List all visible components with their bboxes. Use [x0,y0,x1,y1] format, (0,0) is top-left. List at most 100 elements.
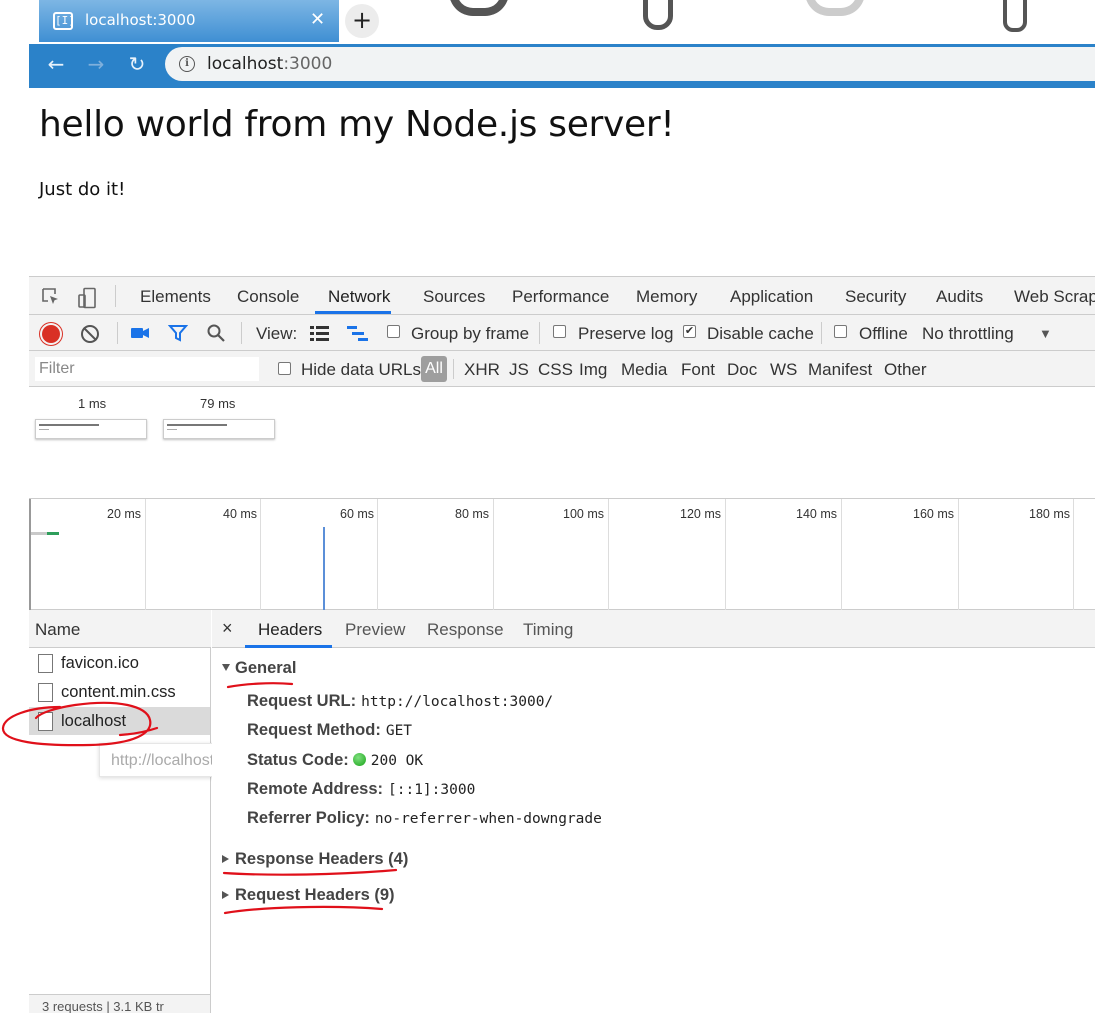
request-timing-bar [31,532,47,535]
toolbar-divider [821,322,822,344]
tab-application[interactable]: Application [730,287,813,307]
timeline-label: 140 ms [796,507,837,521]
filter-type-all[interactable]: All [421,356,447,382]
tab-sources[interactable]: Sources [423,287,485,307]
timeline-label: 40 ms [223,507,258,521]
screenshot-time-label: 1 ms [78,396,107,411]
filter-type-doc[interactable]: Doc [727,360,757,380]
tab-close-icon[interactable]: ✕ [310,9,325,30]
triangle-down-icon [222,664,230,671]
filter-input[interactable] [35,357,259,381]
request-headers-toggle[interactable]: Request Headers (9) [222,886,395,905]
filter-type-media[interactable]: Media [621,360,667,380]
timeline-grid-line [29,499,31,610]
filter-type-js[interactable]: JS [509,360,529,380]
tab-headers[interactable]: Headers [258,620,322,640]
header-row-remote-address: Remote Address: [::1]:3000 [247,780,475,799]
request-details-pane: × Headers Preview Response Timing Genera… [212,610,1095,1013]
network-requests-area: Name favicon.ico content.min.css localho… [29,610,1095,1013]
header-row-referrer-policy: Referrer Policy: no-referrer-when-downgra… [247,809,602,828]
header-key: Request URL: [247,692,357,710]
filter-type-css[interactable]: CSS [538,360,573,380]
offline-label: Offline [859,324,908,343]
screenshot-thumbnail[interactable] [35,419,147,439]
inspect-element-icon[interactable] [41,287,61,307]
filter-type-font[interactable]: Font [681,360,715,380]
browser-tab[interactable]: [I] localhost:3000 ✕ [39,0,339,42]
preserve-log-checkbox[interactable] [553,325,566,338]
forward-arrow-icon[interactable]: → [84,52,108,76]
header-value: no-referrer-when-downgrade [374,811,602,827]
waterfall-overview-icon[interactable] [346,323,368,343]
large-request-rows-icon[interactable] [309,323,329,343]
request-row-favicon[interactable]: favicon.ico [29,649,210,677]
tab-network[interactable]: Network [328,287,390,307]
clear-icon[interactable] [81,325,99,343]
reload-icon[interactable]: ↻ [125,52,149,76]
document-file-icon [38,712,53,731]
tab-audits[interactable]: Audits [936,287,983,307]
tab-performance[interactable]: Performance [512,287,609,307]
chevron-down-icon[interactable]: ▼ [1039,326,1052,341]
disable-cache-checkbox[interactable]: ✔ [683,325,696,338]
general-section-title: General [235,659,297,677]
triangle-right-icon [222,855,229,863]
devtools-panel: Elements Console Network Sources Perform… [29,276,1095,1013]
record-button[interactable] [42,325,60,343]
timeline-grid-line [145,499,146,610]
tab-timing[interactable]: Timing [523,620,573,640]
throttling-select[interactable]: No throttling [922,324,1014,344]
response-headers-toggle[interactable]: Response Headers (4) [222,850,408,869]
filter-icon[interactable] [167,323,189,343]
tab-security[interactable]: Security [845,287,906,307]
address-bar[interactable]: i localhost:3000 [165,47,1095,81]
tab-web-scraper[interactable]: Web Scraper [1014,287,1095,307]
offline-checkbox[interactable] [834,325,847,338]
browser-toolbar: ← → ↻ i localhost:3000 [29,44,1095,84]
new-tab-button[interactable]: + [345,4,379,38]
device-toolbar-icon[interactable] [77,287,97,309]
active-tab-indicator [315,311,391,314]
timeline-grid-line [725,499,726,610]
screenshot-time-label: 79 ms [200,396,236,411]
tab-console[interactable]: Console [237,287,299,307]
tab-memory[interactable]: Memory [636,287,697,307]
timeline-label: 80 ms [455,507,490,521]
timeline-overview[interactable]: 20 ms 40 ms 60 ms 80 ms 100 ms 120 ms 14… [29,499,1095,610]
timeline-grid-line [841,499,842,610]
timeline-grid-line [377,499,378,610]
screenshot-thumbnail[interactable] [163,419,275,439]
details-tab-bar: × Headers Preview Response Timing [212,610,1095,648]
filter-type-manifest[interactable]: Manifest [808,360,872,380]
header-value: GET [385,723,413,739]
request-row-localhost[interactable]: localhost [29,707,210,735]
header-key: Request Method: [247,721,381,739]
network-toolbar: View: Group by frame Preserve log ✔ Disa… [29,315,1095,351]
timeline-label: 180 ms [1029,507,1070,521]
header-key: Status Code: [247,751,349,769]
search-icon[interactable] [206,323,226,343]
filter-type-img[interactable]: Img [579,360,607,380]
timeline-label: 160 ms [913,507,954,521]
name-column-header[interactable]: Name [29,610,211,648]
tab-elements[interactable]: Elements [140,287,211,307]
tab-preview[interactable]: Preview [345,620,405,640]
group-by-frame-checkbox[interactable] [387,325,400,338]
capture-screenshots-icon[interactable] [130,323,150,343]
site-info-icon[interactable]: i [179,56,195,72]
network-filter-bar: Hide data URLs All XHR JS CSS Img Media … [29,351,1095,387]
filter-type-other[interactable]: Other [884,360,927,380]
filter-type-ws[interactable]: WS [770,360,797,380]
request-name: content.min.css [61,683,176,701]
hide-data-urls-checkbox[interactable] [278,362,291,375]
header-key: Referrer Policy: [247,809,370,827]
close-details-icon[interactable]: × [222,618,233,639]
general-section-toggle[interactable]: General [222,659,296,678]
back-arrow-icon[interactable]: ← [44,52,68,76]
filter-type-xhr[interactable]: XHR [464,360,500,380]
header-row-request-method: Request Method: GET [247,721,412,740]
tab-response[interactable]: Response [427,620,504,640]
status-ok-icon [352,753,366,766]
request-row-css[interactable]: content.min.css [29,678,210,706]
url-host: localhost [207,54,284,74]
